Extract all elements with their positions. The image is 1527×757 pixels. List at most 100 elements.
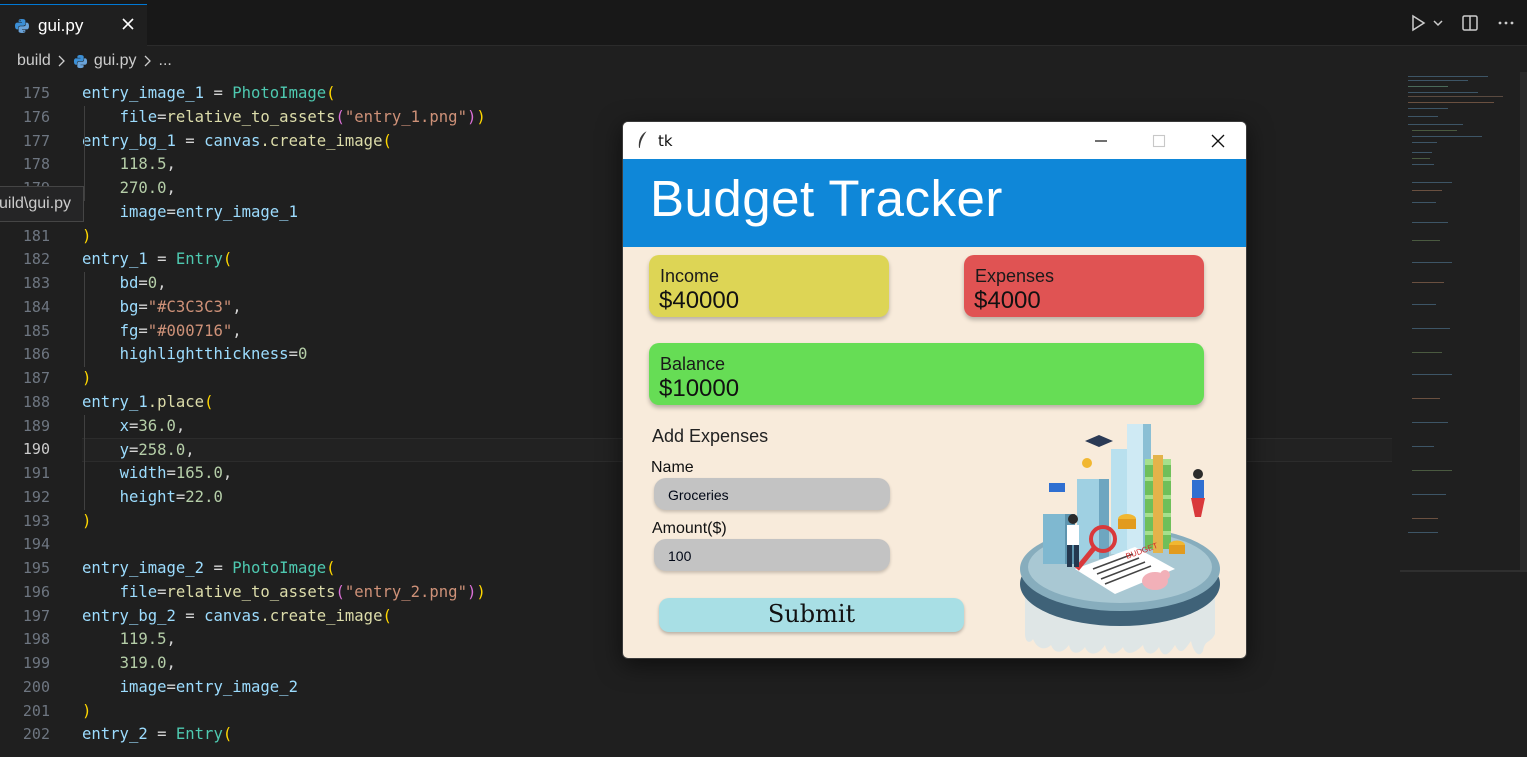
minimap-line — [1412, 152, 1432, 153]
line-number: 199 — [22, 654, 50, 672]
line-number: 196 — [22, 582, 50, 601]
line-number: 189 — [22, 416, 50, 435]
minimap-line — [1412, 494, 1446, 495]
chevron-right-icon — [58, 55, 65, 67]
more-icon[interactable] — [1495, 12, 1517, 34]
minimap[interactable] — [1400, 72, 1512, 542]
income-card: Income $40000 — [649, 255, 889, 317]
split-editor-icon[interactable] — [1459, 12, 1481, 34]
line-number: 192 — [22, 487, 50, 506]
line-number: 200 — [22, 677, 50, 696]
minimap-divider — [1400, 570, 1527, 572]
expense-name-value: Groceries — [668, 487, 729, 503]
code-line: ) — [82, 701, 92, 720]
tk-titlebar[interactable]: tk — [623, 122, 1246, 159]
editor-tab-bar: gui.py — [0, 0, 1527, 46]
minimap-line — [1412, 470, 1452, 471]
line-number: 195 — [22, 559, 50, 577]
line-number: 202 — [22, 725, 50, 744]
line-number: 186 — [22, 345, 50, 364]
code-line: image=entry_image_2 — [119, 677, 298, 696]
minimap-line — [1412, 282, 1444, 283]
minimap-line — [1412, 398, 1440, 399]
minimap-line — [1408, 92, 1478, 93]
expense-name-input[interactable]: Groceries — [654, 478, 890, 510]
line-number: 194 — [22, 535, 50, 554]
editor-toolbar — [1407, 12, 1517, 34]
expense-amount-value: 100 — [668, 548, 692, 564]
line-number-current: 190 — [22, 440, 50, 459]
minimap-line — [1408, 76, 1488, 77]
income-label: Income — [660, 266, 720, 286]
line-number: 183 — [22, 274, 50, 292]
minimap-line — [1408, 124, 1463, 125]
minimap-line — [1412, 352, 1442, 353]
line-number: 188 — [22, 392, 50, 411]
minimap-line — [1412, 130, 1457, 131]
minimap-line — [1408, 108, 1448, 109]
income-value: $40000 — [659, 287, 740, 314]
line-number: 181 — [22, 226, 50, 245]
app-title: Budget Tracker — [650, 170, 1003, 227]
tab-label: gui.py — [38, 15, 84, 35]
line-number-gutter: 175 176 177 178 179 180 181 182 183 184 … — [0, 82, 60, 747]
run-icon[interactable] — [1407, 12, 1429, 34]
balance-value: $10000 — [659, 375, 740, 402]
minimize-icon[interactable] — [1072, 122, 1130, 159]
window-title: tk — [658, 132, 673, 150]
expense-amount-input[interactable]: 100 — [654, 539, 890, 571]
tab-gui-py[interactable]: gui.py — [0, 4, 147, 46]
python-file-icon — [15, 18, 29, 33]
window-close-icon[interactable] — [1189, 122, 1246, 159]
minimap-line — [1412, 374, 1452, 375]
code-line: entry_2 = Entry( — [82, 725, 233, 744]
minimap-line — [1412, 422, 1448, 423]
balance-card: Balance $10000 — [649, 343, 1204, 405]
indent-guide — [84, 106, 85, 201]
minimap-line — [1412, 164, 1434, 165]
breadcrumb-file[interactable]: gui.py — [94, 52, 137, 70]
minimap-line — [1412, 446, 1434, 447]
line-number: 198 — [22, 630, 50, 649]
minimap-line — [1408, 116, 1438, 117]
line-number: 184 — [22, 297, 50, 316]
close-icon[interactable] — [119, 15, 137, 33]
line-number: 177 — [22, 131, 50, 150]
minimap-line — [1412, 142, 1437, 143]
feather-icon — [638, 130, 648, 149]
breadcrumb: build gui.py ... — [0, 46, 1527, 76]
line-number: 197 — [22, 606, 50, 625]
minimap-line — [1412, 304, 1436, 305]
minimap-line — [1412, 158, 1430, 159]
chevron-down-icon[interactable] — [1431, 12, 1445, 34]
expenses-card: Expenses $4000 — [964, 255, 1204, 317]
budget-illustration: BUDGET — [1020, 424, 1220, 655]
minimap-line — [1408, 102, 1494, 103]
python-file-icon — [73, 54, 87, 68]
line-number: 176 — [22, 107, 50, 126]
expenses-label: Expenses — [975, 266, 1055, 286]
breadcrumb-more[interactable]: ... — [159, 52, 172, 70]
add-expenses-heading: Add Expenses — [652, 426, 769, 446]
minimap-line — [1408, 96, 1503, 97]
vertical-scrollbar[interactable] — [1520, 72, 1527, 572]
minimap-line — [1408, 532, 1438, 533]
minimap-line — [1412, 136, 1482, 137]
balance-label: Balance — [660, 354, 726, 374]
line-number: 175 — [22, 84, 50, 102]
minimap-line — [1412, 222, 1448, 223]
path-tooltip: uild\gui.py — [0, 186, 84, 222]
minimap-line — [1412, 328, 1450, 329]
indent-guide — [84, 272, 85, 367]
submit-button[interactable]: Submit — [659, 598, 964, 632]
app-header-banner: Budget Tracker — [623, 159, 1246, 247]
line-number: 193 — [22, 511, 50, 530]
maximize-icon[interactable] — [1130, 122, 1188, 159]
line-number: 178 — [22, 155, 50, 174]
breadcrumb-folder[interactable]: build — [17, 52, 51, 70]
line-number: 185 — [22, 321, 50, 340]
line-number: 201 — [22, 701, 50, 720]
minimap-line — [1412, 190, 1442, 191]
line-number: 191 — [22, 464, 50, 482]
minimap-line — [1408, 80, 1468, 81]
